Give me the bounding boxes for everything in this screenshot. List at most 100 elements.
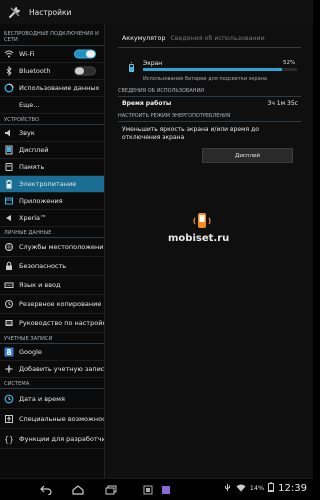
battery-level-icon bbox=[129, 62, 134, 72]
settings-tools-icon[interactable] bbox=[7, 4, 23, 20]
xperia-icon bbox=[4, 213, 14, 223]
keyboard-icon bbox=[4, 280, 14, 290]
page-title: Настройки bbox=[29, 7, 72, 17]
toggle-knob bbox=[75, 67, 84, 75]
action-bar: Настройки bbox=[0, 0, 313, 24]
sidebar-item-label: Приложения bbox=[19, 197, 63, 205]
system-nav-bar: 14% 12:39 bbox=[0, 478, 313, 500]
display-icon bbox=[4, 145, 14, 155]
battery-percent: 14% bbox=[249, 484, 265, 492]
sidebar-item-label: Дисплей bbox=[19, 146, 49, 154]
home-icon[interactable] bbox=[72, 484, 84, 496]
detail-pane: Аккумулятор Сведения об использовании Эк… bbox=[105, 24, 313, 478]
battery-fill bbox=[130, 67, 133, 71]
battery-status-icon bbox=[268, 482, 275, 494]
blank-icon bbox=[4, 100, 14, 110]
svg-text:8: 8 bbox=[6, 348, 11, 357]
storage-icon bbox=[4, 162, 14, 172]
svg-text:{}: {} bbox=[4, 435, 14, 444]
sidebar-item-apps[interactable]: Приложения bbox=[0, 193, 104, 210]
sidebar-item-data-usage[interactable]: Использование данных bbox=[0, 80, 104, 97]
usage-item-description: Использование батареи для подсветки экра… bbox=[143, 76, 267, 82]
tab-battery[interactable]: Аккумулятор bbox=[122, 35, 165, 42]
section-system: СИСТЕМА bbox=[0, 378, 104, 389]
settings-sidebar[interactable]: БЕСПРОВОДНЫЕ ПОДКЛЮЧЕНИЯ И СЕТИ Wi-Fi Bl… bbox=[0, 24, 104, 478]
clock-icon bbox=[4, 394, 14, 404]
sidebar-item-label: Память bbox=[19, 163, 45, 171]
bluetooth-icon bbox=[4, 66, 14, 76]
sidebar-item-more[interactable]: Еще... bbox=[0, 97, 104, 114]
recent-apps-icon[interactable] bbox=[105, 484, 117, 496]
sidebar-item-backup[interactable]: Резервное копирование bbox=[0, 295, 104, 314]
toggle-knob bbox=[86, 50, 95, 58]
sidebar-item-label: Функции для разработчиков bbox=[19, 434, 104, 443]
back-icon[interactable] bbox=[40, 484, 52, 496]
tab-usage-details[interactable]: Сведения об использовании bbox=[170, 35, 264, 42]
sidebar-item-display[interactable]: Дисплей bbox=[0, 142, 104, 159]
sidebar-item-date-time[interactable]: Дата и время bbox=[0, 389, 104, 409]
usage-bar bbox=[143, 68, 297, 71]
usage-item-percent: 52% bbox=[283, 60, 296, 66]
sidebar-item-developer[interactable]: {} Функции для разработчиков bbox=[0, 429, 104, 449]
sidebar-item-google[interactable]: 8 Google bbox=[0, 344, 104, 361]
screenshot-icon[interactable] bbox=[142, 484, 154, 496]
sidebar-item-setup-guide[interactable]: Руководство по настройке bbox=[0, 314, 104, 333]
tab-bar: Аккумулятор Сведения об использовании bbox=[122, 35, 265, 42]
sidebar-item-label: Безопасность bbox=[19, 262, 67, 270]
display-settings-button[interactable]: Дисплей bbox=[202, 148, 293, 163]
usage-bar-fill bbox=[143, 68, 282, 71]
sidebar-item-label: Дата и время bbox=[19, 394, 65, 403]
tab-divider bbox=[118, 47, 301, 48]
sidebar-item-label: Еще... bbox=[19, 101, 40, 109]
add-icon bbox=[4, 364, 14, 374]
sidebar-item-label: Использование данных bbox=[19, 84, 100, 92]
power-tip: Уменьшить яркость экрана и/или время до … bbox=[122, 126, 259, 141]
wifi-status-icon bbox=[236, 483, 246, 494]
google-icon: 8 bbox=[4, 347, 14, 357]
developer-icon: {} bbox=[4, 434, 14, 444]
runtime-value: 3ч 1м 35с bbox=[267, 100, 298, 107]
sidebar-item-label: Специальные возможности bbox=[19, 414, 104, 423]
usage-section-header: СВЕДЕНИЯ ОБ ИСПОЛЬЗОВАНИИ bbox=[118, 88, 301, 97]
sidebar-item-label: Bluetooth bbox=[19, 67, 51, 75]
sidebar-item-label: Резервное копирование bbox=[19, 300, 102, 308]
sidebar-item-label: Службы местоположения bbox=[19, 243, 104, 251]
mode-section-header: НАСТРОИТЬ РЕЖИМ ЭНЕРГОПОТРЕБЛЕНИЯ bbox=[118, 113, 301, 122]
section-personal: ЛИЧНЫЕ ДАННЫЕ bbox=[0, 227, 104, 238]
apps-icon bbox=[4, 196, 14, 206]
sidebar-item-label: Добавить учетную запись bbox=[19, 365, 104, 373]
sidebar-item-label: Google bbox=[19, 348, 42, 356]
watermark-logo bbox=[193, 213, 211, 228]
app-notification-icon[interactable] bbox=[160, 484, 172, 496]
section-device: УСТРОЙСТВО bbox=[0, 114, 104, 125]
sidebar-item-security[interactable]: Безопасность bbox=[0, 257, 104, 276]
sidebar-item-label: Wi-Fi bbox=[19, 50, 35, 58]
usage-item-label[interactable]: Экран bbox=[143, 60, 162, 67]
wifi-toggle[interactable] bbox=[74, 49, 96, 59]
runtime-row: Время работы 3ч 1м 35с bbox=[122, 100, 298, 107]
sidebar-item-label: Звук bbox=[19, 129, 35, 137]
clock: 12:39 bbox=[278, 482, 307, 494]
guide-icon bbox=[4, 318, 14, 328]
sidebar-item-wifi[interactable]: Wi-Fi bbox=[0, 46, 104, 63]
sound-icon bbox=[4, 128, 14, 138]
sidebar-item-location[interactable]: Службы местоположения bbox=[0, 238, 104, 257]
sidebar-item-xperia[interactable]: Xperia™ bbox=[0, 210, 104, 227]
runtime-label: Время работы bbox=[122, 100, 172, 107]
section-accounts: УЧЕТНЫЕ ЗАПИСИ bbox=[0, 333, 104, 344]
usb-icon bbox=[223, 483, 232, 494]
accessibility-icon bbox=[4, 414, 14, 424]
status-area[interactable]: 14% 12:39 bbox=[223, 482, 307, 494]
section-wireless: БЕСПРОВОДНЫЕ ПОДКЛЮЧЕНИЯ И СЕТИ bbox=[0, 24, 104, 46]
wifi-icon bbox=[4, 49, 14, 59]
sidebar-item-add-account[interactable]: Добавить учетную запись bbox=[0, 361, 104, 378]
data-usage-icon bbox=[4, 83, 14, 93]
sidebar-item-bluetooth[interactable]: Bluetooth bbox=[0, 63, 104, 80]
sidebar-item-power[interactable]: Электропитание bbox=[0, 176, 104, 193]
sidebar-item-storage[interactable]: Память bbox=[0, 159, 104, 176]
sidebar-item-accessibility[interactable]: Специальные возможности bbox=[0, 409, 104, 429]
sidebar-item-label: Руководство по настройке bbox=[19, 319, 104, 327]
sidebar-item-language[interactable]: Язык и ввод bbox=[0, 276, 104, 295]
sidebar-item-sound[interactable]: Звук bbox=[0, 125, 104, 142]
bluetooth-toggle[interactable] bbox=[74, 66, 96, 76]
